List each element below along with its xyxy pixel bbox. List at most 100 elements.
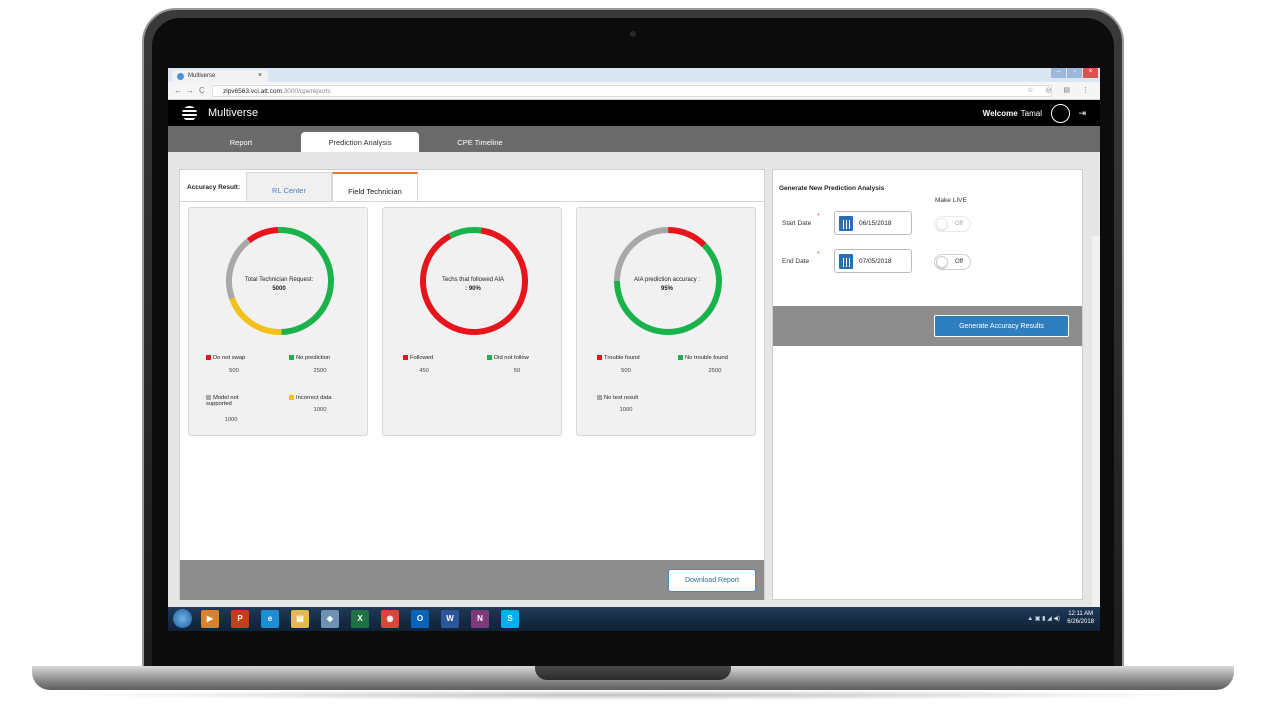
start-button[interactable] [173, 609, 192, 628]
legend-value: 500 [621, 368, 631, 374]
excel-icon[interactable]: X [351, 610, 369, 628]
maximize-button[interactable]: ▫ [1067, 68, 1082, 78]
legend-swatch-green [289, 355, 294, 360]
browser-tab[interactable]: Multiverse × [172, 70, 268, 82]
outlook-icon[interactable]: O [411, 610, 429, 628]
page-scrollbar[interactable] [1092, 236, 1100, 631]
browser-toolbar-icons[interactable]: ☆ ◎ ▤ ⋮ [1027, 86, 1094, 94]
ie-icon[interactable]: e [261, 610, 279, 628]
legend-value: 2500 [313, 368, 327, 374]
legend-label: No test result [604, 395, 639, 402]
address-bar-row: ← → C zlpv6563.vci.att.com:3000/cperepor… [168, 82, 1100, 100]
make-live-toggle[interactable]: Off [934, 254, 971, 270]
legend-label: Do not swap [213, 355, 246, 362]
media-player-icon[interactable]: ▶ [201, 610, 219, 628]
legend-swatch-red [597, 355, 602, 360]
generate-accuracy-button[interactable]: Generate Accuracy Results [934, 315, 1069, 337]
legend-swatch-gray [597, 395, 602, 400]
legend-swatch-yellow [289, 395, 294, 400]
generate-panel: Generate New Prediction Analysis Make LI… [772, 169, 1083, 600]
welcome-label: Welcome [982, 109, 1018, 118]
webcam [630, 31, 636, 37]
legend-value: 1000 [224, 417, 238, 423]
start-date-value: 06/15/2018 [859, 220, 892, 227]
legend-value: 2500 [708, 368, 722, 374]
windows-taskbar: ▶ Pe ▤ ◈ X ◉ O W N S ▲ ▣ ▮ ◢ ◀) 12:11 AM 6/26/2018 [168, 607, 1100, 631]
url-path: :3000/cpereports [281, 88, 331, 95]
window-controls: – ▫ × [1050, 68, 1098, 78]
clock[interactable]: 12:11 AM 6/26/2018 [1067, 610, 1094, 626]
url-input[interactable]: zlpv6563.vci.att.com:3000/cpereports [212, 85, 1052, 97]
required-mark: * [817, 251, 820, 258]
card-technician-requests: Total Technician Request: 5000 Do not swa… [188, 207, 368, 436]
card-techs-followed: Techs that followed AIA: 90% Followed 45… [382, 207, 562, 436]
tab-field-technician[interactable]: Field Technician [332, 172, 418, 202]
end-date-label: End Date [782, 258, 810, 265]
legend-no-prediction: No prediction [289, 355, 330, 361]
tab-rl-center[interactable]: RL Center [246, 172, 332, 202]
legend-did-not-follow: Did not follow [487, 355, 529, 361]
laptop-notch [535, 666, 731, 680]
legend-do-not-swap: Do not swap [206, 355, 245, 361]
calendar-icon[interactable] [839, 216, 853, 231]
minimize-button[interactable]: – [1051, 68, 1066, 78]
legend-followed: Followed [403, 355, 433, 361]
legend-swatch-green [487, 355, 492, 360]
word-icon[interactable]: W [441, 610, 459, 628]
required-mark: * [817, 213, 820, 220]
skype-icon[interactable]: S [501, 610, 519, 628]
calendar-icon[interactable] [839, 254, 853, 269]
legend-value: 500 [229, 368, 239, 374]
legend-swatch-red [206, 355, 211, 360]
card-title-text: Techs that followed AIA [441, 277, 505, 283]
tab-report[interactable]: Report [182, 132, 300, 152]
welcome-text: Welcome Tamal [983, 109, 1042, 118]
card-value: 5000 [272, 286, 286, 292]
legend-value: 1000 [313, 407, 327, 413]
close-tab-icon[interactable]: × [258, 72, 262, 79]
legend-label: No prediction [296, 355, 331, 362]
logout-icon[interactable]: ⇥ [1078, 108, 1086, 119]
screen: Multiverse × – ▫ × ← → C zlpv6563.vci.at… [168, 68, 1100, 631]
powerpoint-icon[interactable]: P [231, 610, 249, 628]
browser-tabstrip: Multiverse × – ▫ × [168, 68, 1100, 82]
onenote-icon[interactable]: N [471, 610, 489, 628]
legend-no-trouble-found: No trouble found [678, 355, 728, 361]
close-window-button[interactable]: × [1083, 68, 1098, 78]
app-header: Multiverse Welcome Tamal ⇥ [168, 100, 1100, 126]
legend-label: Trouble found [604, 355, 640, 362]
main-tabs: Report Prediction Analysis CPE Timeline [168, 126, 1100, 152]
legend-value: 50 [513, 368, 521, 374]
notes-icon[interactable]: ◈ [321, 610, 339, 628]
card-title-text: Total Technician Request: [244, 277, 314, 283]
chrome-icon[interactable]: ◉ [381, 610, 399, 628]
clock-date: 6/26/2018 [1067, 619, 1094, 625]
url-domain: zlpv6563.vci.att.com [223, 88, 282, 95]
avatar[interactable] [1051, 104, 1070, 123]
tab-divider [180, 201, 764, 202]
make-live-toggle-disabled[interactable]: Off [934, 216, 971, 232]
download-report-button[interactable]: Download Report [668, 569, 756, 592]
make-live-label: Make LIVE [935, 197, 967, 204]
file-explorer-icon[interactable]: ▤ [291, 610, 309, 628]
accuracy-panel: Accuracy Result: RL Center Field Technic… [179, 169, 765, 600]
card-title: Techs that followed AIA: 90% [413, 277, 533, 292]
tab-prediction-analysis[interactable]: Prediction Analysis [301, 132, 419, 152]
legend-value: 450 [419, 368, 429, 374]
toggle-label: Off [955, 259, 963, 265]
forward-icon[interactable]: → [186, 86, 194, 95]
toggle-knob [936, 218, 948, 230]
legend-no-test-result: No test result [597, 395, 638, 401]
legend-label: Incorrect data [296, 395, 332, 402]
card-aia-accuracy: AIA prediction accuracy : 95% Trouble fou… [576, 207, 756, 436]
card-title: AIA prediction accuracy : 95% [607, 277, 727, 292]
end-date-field[interactable]: 07/05/2018 [834, 249, 912, 273]
back-icon[interactable]: ← [174, 86, 182, 95]
end-date-value: 07/05/2018 [859, 258, 892, 265]
favicon-icon [177, 73, 184, 80]
reload-icon[interactable]: C [199, 86, 205, 95]
start-date-field[interactable]: 06/15/2018 [834, 211, 912, 235]
tab-cpe-timeline[interactable]: CPE Timeline [421, 132, 539, 152]
laptop-shadow [60, 690, 1206, 700]
system-tray[interactable]: ▲ ▣ ▮ ◢ ◀) [1027, 615, 1060, 622]
